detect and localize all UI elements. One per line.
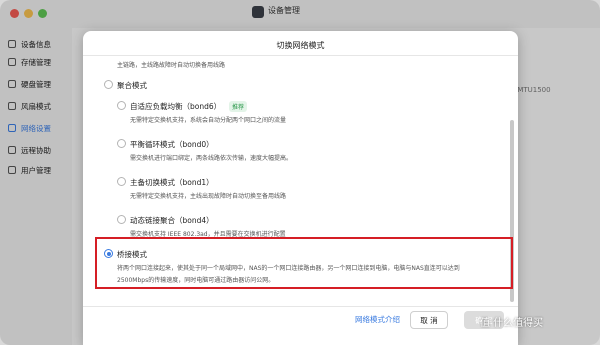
option-description: 主链路，主线路故障时自动切换备用线路 — [117, 62, 226, 69]
dialog-title: 切换网络模式 — [276, 41, 325, 50]
aggregation-mode-radio[interactable] — [104, 80, 113, 89]
switch-network-mode-dialog: 切换网络模式 主链路，主线路故障时自动切换备用线路 聚合模式 自适应负载均衡（b… — [83, 31, 518, 345]
aggregation-mode-label: 聚合模式 — [117, 81, 147, 90]
bond6-label: 自适应负载均衡（bond6） — [130, 102, 222, 111]
bond1-radio[interactable] — [117, 177, 126, 186]
bond1-description: 无需特定交换机支持，主线出现故障时自动切换至备用线路 — [130, 193, 287, 200]
bond1-label: 主备切换模式（bond1） — [130, 178, 214, 187]
watermark: 值 什么值得买 — [480, 318, 544, 329]
bond0-radio[interactable] — [117, 139, 126, 148]
bond6-radio[interactable] — [117, 101, 126, 110]
bond6-description: 无需特定交换机支持，系统会自动分配两个网口之间的流量 — [130, 117, 287, 124]
recommended-badge: 推荐 — [229, 101, 248, 112]
divider — [83, 306, 518, 307]
bond4-radio[interactable] — [117, 215, 126, 224]
cancel-button[interactable]: 取 消 — [410, 311, 448, 329]
bond0-description: 需交换机进行端口绑定，两条线路依次传输，速度大幅提高。 — [130, 155, 293, 162]
bridge-mode-highlight-box — [95, 237, 513, 289]
bond4-label: 动态链接聚合（bond4） — [130, 216, 214, 225]
app-window: 设备管理 设备信息 存储管理 硬盘管理 风扇模式 网络设置 远程协助 用户管理 … — [0, 0, 600, 345]
bond0-label: 平衡循环模式（bond0） — [130, 140, 214, 149]
network-mode-intro-link[interactable]: 网络模式介绍 — [355, 314, 400, 325]
